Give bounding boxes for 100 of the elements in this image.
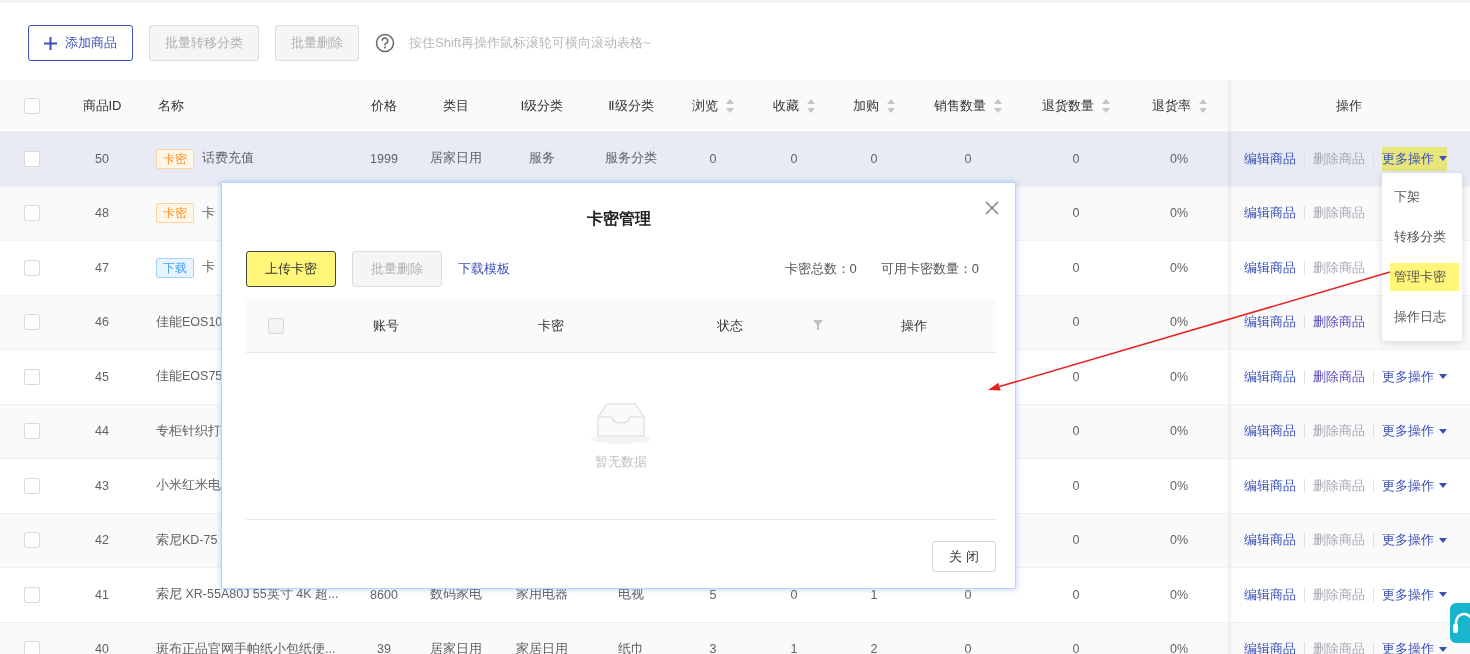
checkbox[interactable]	[24, 314, 40, 331]
filter-icon	[813, 319, 823, 330]
product-name: 佳能EOS10	[156, 313, 223, 331]
product-name: 卡	[202, 204, 215, 222]
column-header: 浏览	[692, 96, 718, 115]
column-header: 商品ID	[82, 96, 122, 115]
close-button[interactable]: 关 闭	[932, 541, 996, 572]
table-cell: 40	[64, 622, 140, 654]
edit-link[interactable]: 编辑商品	[1244, 473, 1296, 498]
product-name: 斑布正品官网手帕纸小包纸便...	[156, 640, 336, 654]
column-header: 价格	[371, 96, 397, 115]
edit-link[interactable]: 编辑商品	[1244, 201, 1296, 226]
table-cell: 43	[64, 458, 140, 513]
edit-link[interactable]: 编辑商品	[1244, 419, 1296, 444]
column-header: 状态	[717, 317, 743, 333]
column-header: Ⅱ级分类	[608, 96, 654, 115]
checkbox[interactable]	[24, 586, 40, 603]
table-cell: 45	[64, 349, 140, 404]
column-header: 加购	[853, 96, 879, 115]
checkbox[interactable]	[24, 532, 40, 549]
caret-icon	[1439, 374, 1447, 380]
upload-button[interactable]: 上传卡密	[246, 251, 336, 287]
table-cell: 0	[1022, 186, 1130, 241]
sort-icon	[1102, 98, 1110, 113]
table-cell: 47	[64, 240, 140, 295]
table-cell: 0	[1022, 404, 1130, 459]
checkbox[interactable]	[268, 317, 284, 334]
checkbox[interactable]	[24, 259, 40, 276]
product-name: 话费充值	[202, 150, 254, 168]
delete-link[interactable]: 删除商品	[1313, 310, 1365, 335]
table-cell: 41	[64, 567, 140, 622]
edit-link[interactable]: 编辑商品	[1244, 310, 1296, 335]
table-cell: 0	[1022, 131, 1130, 186]
table-cell: 0	[1022, 240, 1130, 295]
edit-link[interactable]: 编辑商品	[1244, 528, 1296, 553]
more-link[interactable]: 更多操作	[1382, 473, 1447, 498]
menu-item[interactable]: 下架	[1390, 183, 1459, 211]
column-header: Ⅰ级分类	[520, 96, 564, 115]
caret-icon	[1439, 592, 1447, 598]
edit-link[interactable]: 编辑商品	[1244, 255, 1296, 280]
menu-item[interactable]: 转移分类	[1390, 223, 1459, 251]
table-cell: 42	[64, 513, 140, 568]
caret-icon	[1439, 428, 1447, 434]
more-link[interactable]: 更多操作	[1382, 146, 1447, 171]
more-link[interactable]: 更多操作	[1382, 528, 1447, 553]
tag-label: 卡密	[156, 203, 194, 224]
table-cell: 3	[672, 622, 754, 654]
table-cell: 0	[1022, 295, 1130, 350]
help-icon	[375, 33, 395, 53]
menu-item[interactable]: 操作日志	[1390, 303, 1459, 331]
table-cell: 39	[350, 622, 418, 654]
close-icon[interactable]	[985, 201, 999, 215]
column-header: 操作	[900, 317, 927, 333]
tag-label: 卡密	[156, 148, 194, 169]
checkbox[interactable]	[24, 97, 40, 114]
dialog-title: 卡密管理	[586, 209, 651, 229]
table-cell: 0%	[1130, 295, 1228, 350]
table-cell: 居家日用	[418, 622, 494, 654]
checkbox[interactable]	[24, 641, 40, 654]
checkbox[interactable]	[24, 150, 40, 167]
count-text: 可用卡密数量：0	[880, 260, 979, 278]
empty-text: 暂无数据	[595, 453, 647, 471]
column-header: 名称	[158, 96, 184, 115]
checkbox[interactable]	[24, 477, 40, 494]
more-link[interactable]: 更多操作	[1382, 364, 1447, 389]
table-cell: 0%	[1130, 186, 1228, 241]
edit-link[interactable]: 编辑商品	[1244, 582, 1296, 607]
table-cell: 纸巾	[590, 622, 672, 654]
table-cell: 44	[64, 404, 140, 459]
menu-item[interactable]: 管理卡密	[1390, 263, 1459, 291]
checkbox[interactable]	[24, 368, 40, 385]
table-cell: 2	[834, 622, 914, 654]
table-cell: 0	[1022, 458, 1130, 513]
table-cell: 0%	[1130, 622, 1228, 654]
more-link[interactable]: 更多操作	[1382, 419, 1447, 444]
table-cell: 0	[1022, 567, 1130, 622]
column-header: 账号	[373, 317, 399, 333]
add-button[interactable]: 添加商品	[28, 25, 133, 61]
table-cell: 0	[914, 622, 1022, 654]
sort-icon	[726, 98, 734, 113]
more-link[interactable]: 更多操作	[1382, 582, 1447, 607]
plus-icon	[44, 36, 57, 50]
column-header: 退货率	[1151, 96, 1191, 115]
table-cell: 50	[64, 131, 140, 186]
table-cell: 0%	[1130, 240, 1228, 295]
support-button[interactable]	[1450, 603, 1470, 643]
table-cell: 0%	[1130, 513, 1228, 568]
edit-link[interactable]: 编辑商品	[1244, 364, 1296, 389]
edit-link[interactable]: 编辑商品	[1244, 146, 1296, 171]
table-cell: 46	[64, 295, 140, 350]
tag-label: 下载	[156, 257, 194, 278]
checkbox[interactable]	[24, 423, 40, 440]
count-text: 卡密总数：0	[784, 260, 857, 278]
checkbox[interactable]	[24, 205, 40, 222]
delete-link[interactable]: 删除商品	[1313, 364, 1365, 389]
download-template-link[interactable]: 下载模板	[458, 260, 510, 278]
caret-icon	[1439, 156, 1447, 162]
caret-icon	[1439, 483, 1447, 489]
table-cell: 0	[1022, 349, 1130, 404]
table-cell: 0	[1022, 513, 1130, 568]
